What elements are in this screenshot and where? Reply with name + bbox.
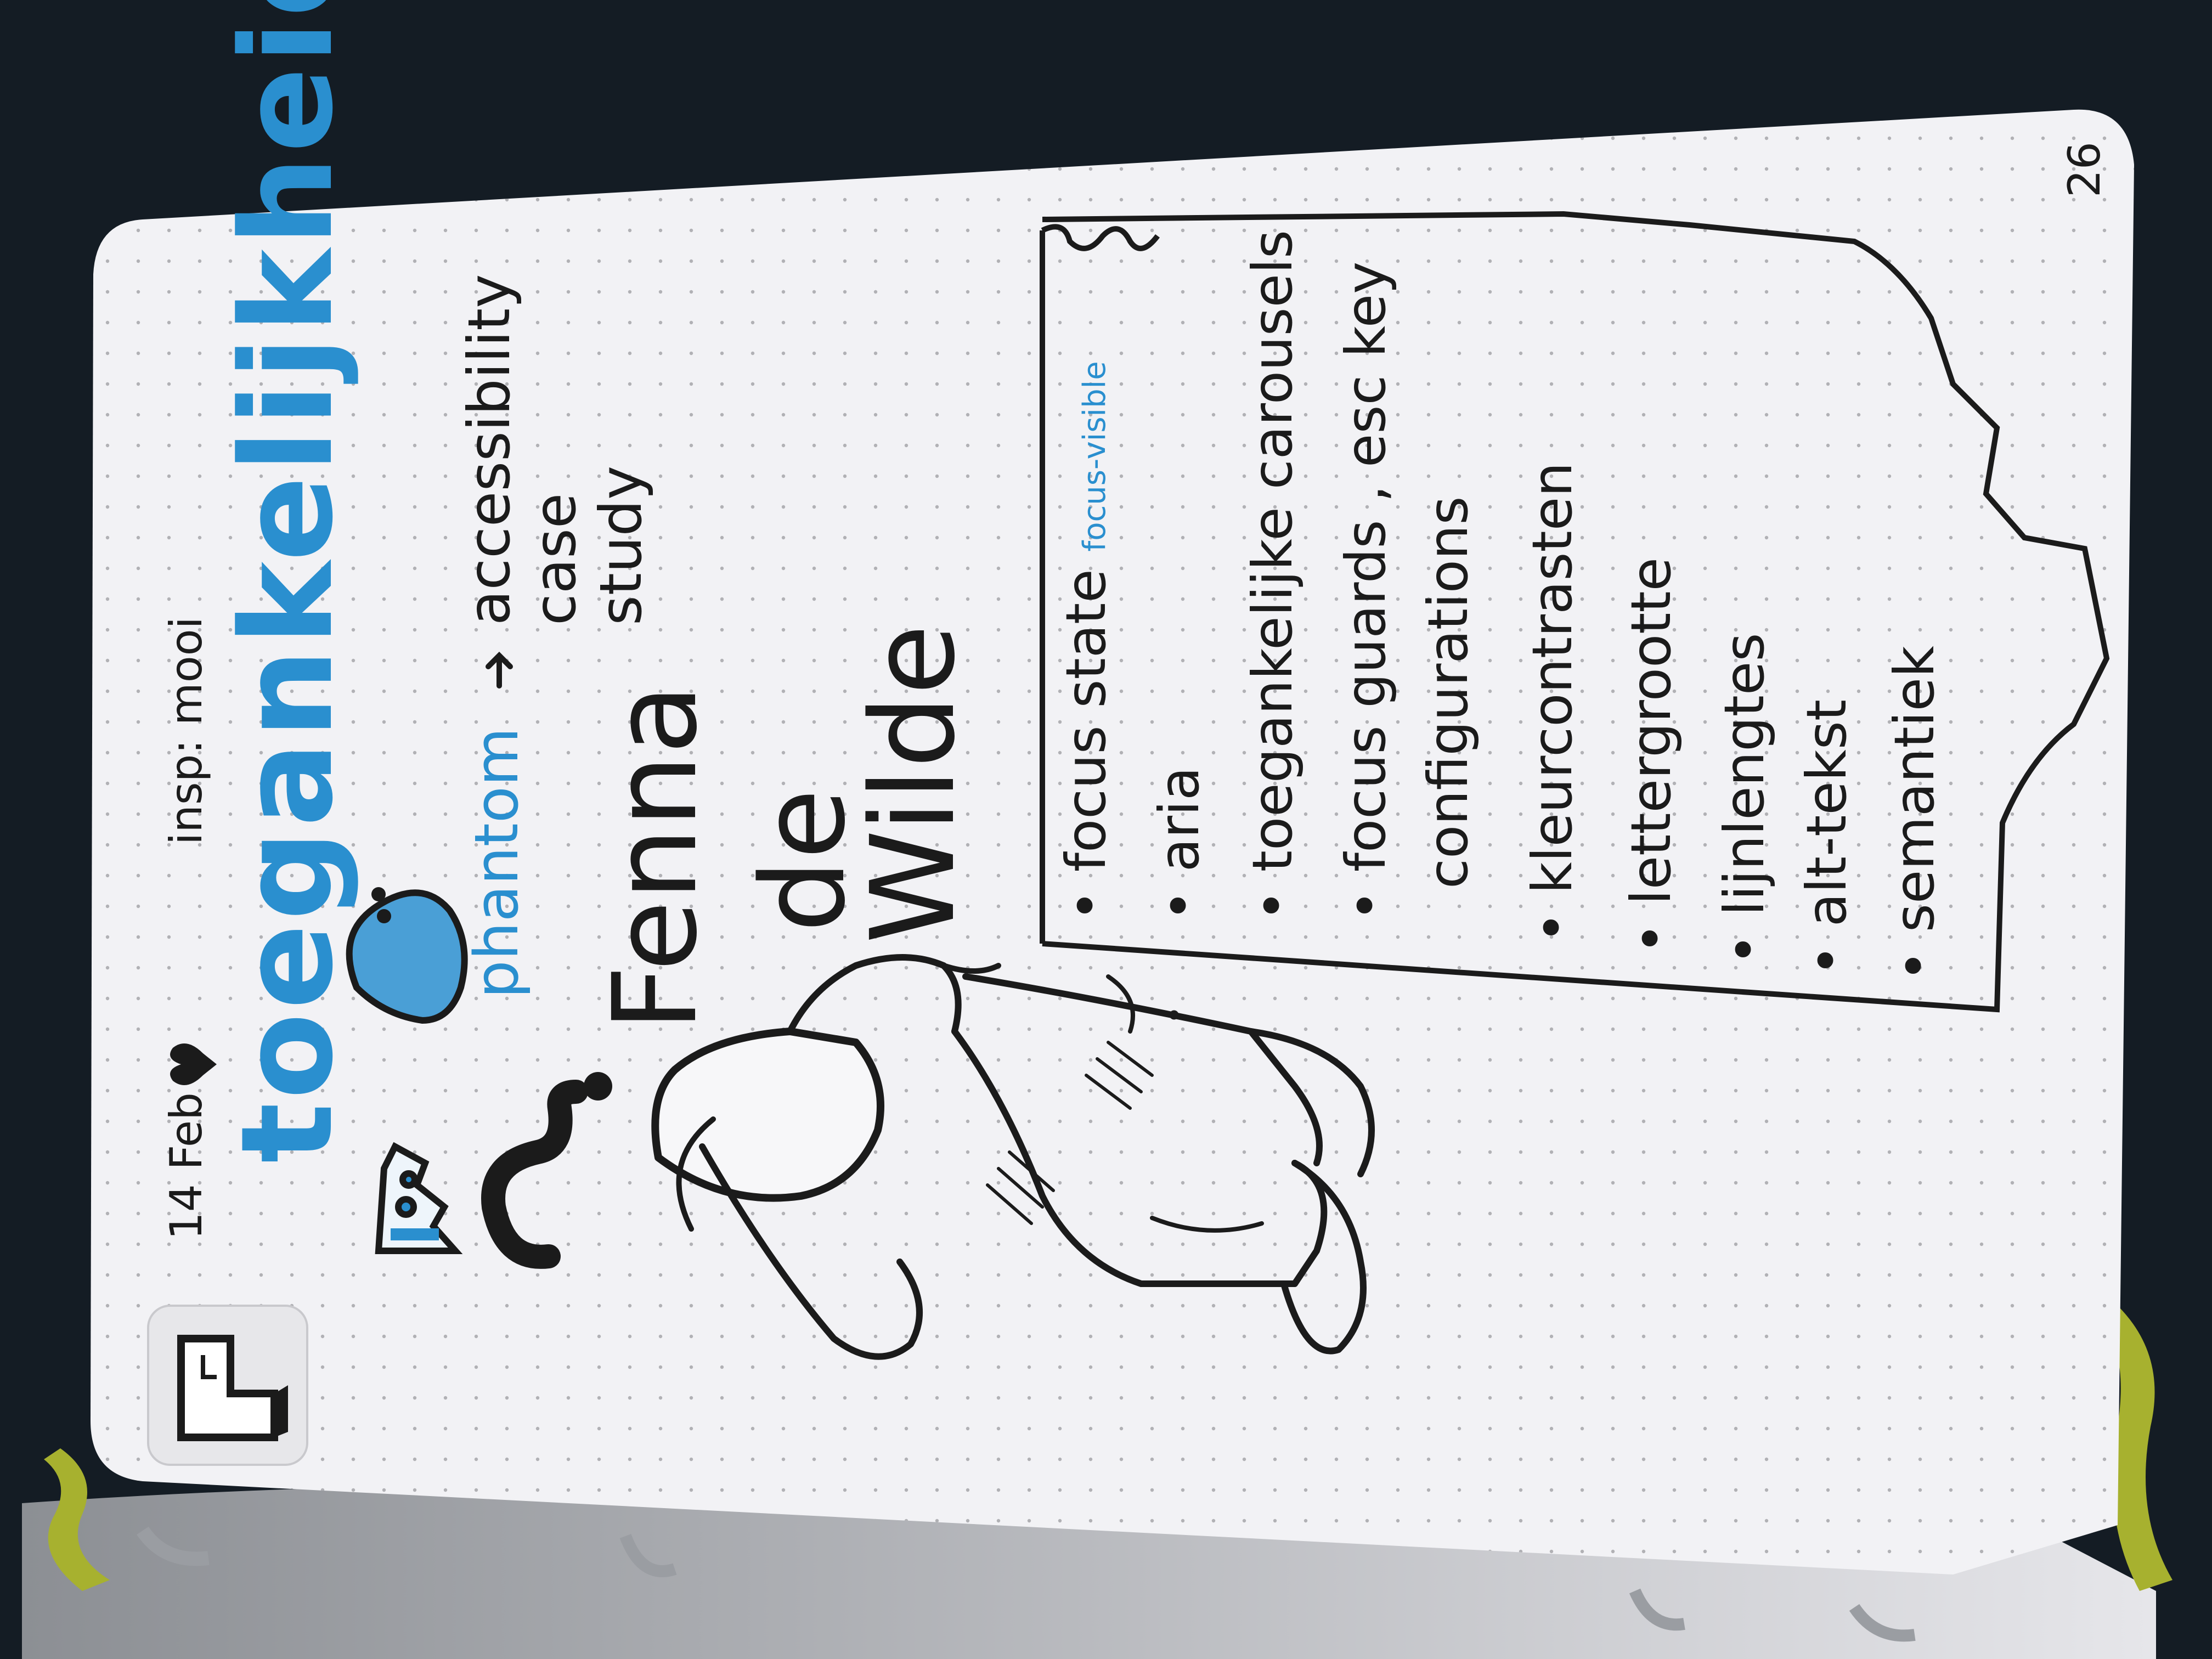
checklist-item: • semantiek — [1882, 646, 1946, 982]
checklist-item-label: toegankelijke carousels — [1240, 230, 1305, 872]
notebook-photo: 26 14 Feb insp: mooi toegankelijkheid ph… — [0, 0, 2212, 1659]
checklist-item: • lijnlengtes — [1712, 633, 1776, 966]
arrow-note-line: case — [522, 493, 589, 625]
checklist-item: • kleurcontrasten — [1520, 462, 1584, 944]
page-title: toegankelijkheid — [215, 0, 361, 1163]
checklist-item: • focus state focus-visible — [1054, 361, 1118, 922]
checklist-item: • toegankelijke carousels — [1240, 230, 1305, 922]
checklist-item: • aria — [1147, 766, 1211, 922]
checklist-item-label: kleurcontrasten — [1520, 462, 1584, 894]
arrow-note-line: study — [588, 465, 654, 625]
arrow-note-line: accessibility — [456, 274, 523, 625]
checklist-annotation: focus-visible — [1077, 361, 1113, 552]
name-line: de — [736, 788, 871, 933]
checklist-item: • lettergrootte — [1619, 557, 1683, 955]
insp-note: insp: mooi — [161, 617, 212, 845]
checklist-item-continuation: configurations — [1416, 496, 1480, 889]
name-line: Wilde — [846, 624, 980, 944]
checklist-item-label: focus guards , esc key — [1334, 261, 1398, 872]
tetris-sticker-icon — [147, 1305, 308, 1466]
checklist-item-label: lettergrootte — [1619, 557, 1683, 905]
checklist-item-label: aria — [1147, 766, 1211, 872]
checklist-item: • focus guards , esc key — [1334, 261, 1398, 922]
name-line: Fenna — [588, 684, 723, 1031]
checklist-item-label: focus state — [1054, 569, 1118, 872]
phantom-label: phantom — [461, 727, 532, 998]
checklist-item-label: lijnlengtes — [1712, 633, 1776, 916]
page-number: 26 — [2059, 142, 2110, 198]
date: 14 Feb — [161, 1092, 212, 1240]
checklist-item: • alt-tekst — [1795, 699, 1859, 977]
checklist-item-label: semantiek — [1882, 646, 1946, 933]
checklist-item-label: alt-tekst — [1795, 699, 1859, 927]
